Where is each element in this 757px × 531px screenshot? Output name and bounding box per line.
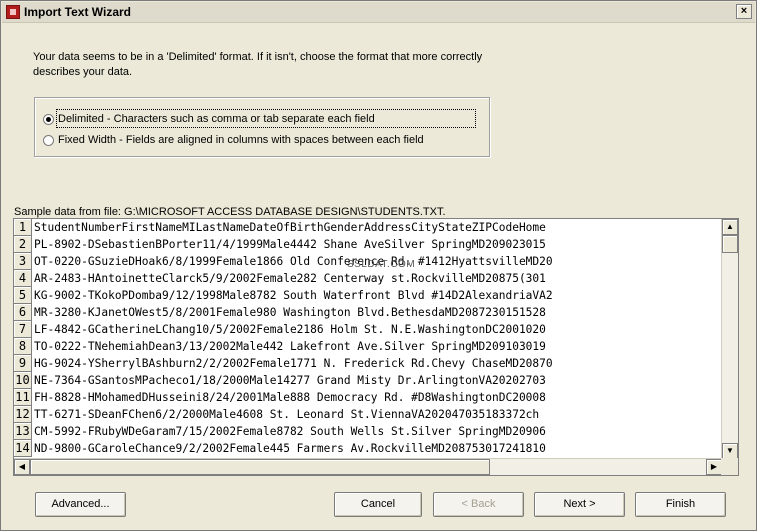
row-text: AR-2483-HAntoinetteClarck5/9/2002Female2… <box>34 272 546 285</box>
row-number[interactable]: 7 <box>14 321 32 338</box>
table-row: 8 TO-0222-TNehemiahDean3/13/2002Male442 L… <box>14 338 722 355</box>
sample-data-label: Sample data from file: G:\MICROSOFT ACCE… <box>14 206 446 218</box>
fixed-width-option[interactable]: Fixed Width - Fields are aligned in colu… <box>43 132 424 148</box>
watermark: SSLDAT.COM <box>347 259 416 270</box>
row-number[interactable]: 4 <box>14 270 32 287</box>
row-text: OT-0220-GSuzieDHoak6/8/1999Female1866 Ol… <box>34 255 553 268</box>
row-number[interactable]: 12 <box>14 406 32 423</box>
table-row: 11 FH-8828-HMohamedDHusseini8/24/2001Male… <box>14 389 722 406</box>
row-text: StudentNumberFirstNameMILastNameDateOfBi… <box>34 221 546 234</box>
row-number[interactable]: 10 <box>14 372 32 389</box>
import-text-wizard-window: Import Text Wizard × Your data seems to … <box>0 0 757 531</box>
row-text: CM-5992-FRubyWDeGaram7/15/2002Female8782… <box>34 425 546 438</box>
scroll-right-button[interactable]: ▶ <box>706 459 722 475</box>
scrollbar-corner <box>721 458 738 475</box>
row-number[interactable]: 9 <box>14 355 32 372</box>
row-number[interactable]: 5 <box>14 287 32 304</box>
row-number[interactable]: 2 <box>14 236 32 253</box>
row-text: FH-8828-HMohamedDHusseini8/24/2001Male88… <box>34 391 546 404</box>
vertical-scrollbar[interactable]: ▲ ▼ <box>721 219 738 459</box>
fixed-width-label: Fixed Width - Fields are aligned in colu… <box>58 134 424 146</box>
scroll-down-button[interactable]: ▼ <box>722 443 738 459</box>
vertical-scroll-thumb[interactable] <box>722 235 738 253</box>
next-button[interactable]: Next > <box>534 492 625 517</box>
close-button[interactable]: × <box>736 4 752 19</box>
sample-data-preview: 1 StudentNumberFirstNameMILastNameDateOfB… <box>13 218 739 476</box>
row-text: KG-9002-TKokoPDomba9/12/1998Male8782 Sou… <box>34 289 553 302</box>
table-row: 9 HG-9024-YSherrylBAshburn2/2/2002Female1… <box>14 355 722 372</box>
window-title: Import Text Wizard <box>24 5 132 19</box>
table-row: 14 ND-9800-GCaroleChance9/2/2002Female445… <box>14 440 722 457</box>
row-number[interactable]: 3 <box>14 253 32 270</box>
row-number[interactable]: 8 <box>14 338 32 355</box>
row-text: NE-7364-GSantosMPacheco1/18/2000Male1427… <box>34 374 546 387</box>
horizontal-scroll-thumb[interactable] <box>30 459 490 475</box>
delimited-radio[interactable] <box>43 113 54 125</box>
back-button[interactable]: < Back <box>433 492 524 517</box>
row-text: LF-4842-GCatherineLChang10/5/2002Female2… <box>34 323 546 336</box>
row-number[interactable]: 1 <box>14 219 32 236</box>
table-row: 10 NE-7364-GSantosMPacheco1/18/2000Male14… <box>14 372 722 389</box>
table-row: 6 MR-3280-KJanetOWest5/8/2001Female980 Wa… <box>14 304 722 321</box>
table-row: 5 KG-9002-TKokoPDomba9/12/1998Male8782 So… <box>14 287 722 304</box>
row-text: PL-8902-DSebastienBPorter11/4/1999Male44… <box>34 238 546 251</box>
scroll-left-button[interactable]: ◀ <box>14 459 30 475</box>
access-app-icon <box>6 5 20 19</box>
format-option-group: Delimited - Characters such as comma or … <box>34 97 490 157</box>
delimited-label: Delimited - Characters such as comma or … <box>58 113 375 125</box>
row-text: HG-9024-YSherrylBAshburn2/2/2002Female17… <box>34 357 553 370</box>
table-row: 1 StudentNumberFirstNameMILastNameDateOfB… <box>14 219 722 236</box>
cancel-button[interactable]: Cancel <box>334 492 422 517</box>
title-bar: Import Text Wizard × <box>2 2 755 23</box>
row-number[interactable]: 14 <box>14 440 32 457</box>
table-row: 13 CM-5992-FRubyWDeGaram7/15/2002Female87… <box>14 423 722 440</box>
intro-text: Your data seems to be in a 'Delimited' f… <box>33 51 483 78</box>
sample-rows: 1 StudentNumberFirstNameMILastNameDateOfB… <box>14 219 722 459</box>
row-text: MR-3280-KJanetOWest5/8/2001Female980 Was… <box>34 306 546 319</box>
table-row: 4 AR-2483-HAntoinetteClarck5/9/2002Female… <box>14 270 722 287</box>
table-row: 12 TT-6271-SDeanFChen6/2/2000Male4608 St.… <box>14 406 722 423</box>
scroll-up-button[interactable]: ▲ <box>722 219 738 235</box>
row-text: TT-6271-SDeanFChen6/2/2000Male4608 St. L… <box>34 408 540 421</box>
row-text: ND-9800-GCaroleChance9/2/2002Female445 F… <box>34 442 546 455</box>
row-number[interactable]: 13 <box>14 423 32 440</box>
table-row: 7 LF-4842-GCatherineLChang10/5/2002Female… <box>14 321 722 338</box>
row-number[interactable]: 11 <box>14 389 32 406</box>
row-text: TO-0222-TNehemiahDean3/13/2002Male442 La… <box>34 340 546 353</box>
row-number[interactable]: 6 <box>14 304 32 321</box>
advanced-button[interactable]: Advanced... <box>35 492 126 517</box>
horizontal-scrollbar[interactable]: ◀ ▶ <box>14 458 722 475</box>
fixed-width-radio[interactable] <box>43 134 54 146</box>
finish-button[interactable]: Finish <box>635 492 726 517</box>
delimited-option[interactable]: Delimited - Characters such as comma or … <box>43 111 375 127</box>
table-row: 2 PL-8902-DSebastienBPorter11/4/1999Male4… <box>14 236 722 253</box>
